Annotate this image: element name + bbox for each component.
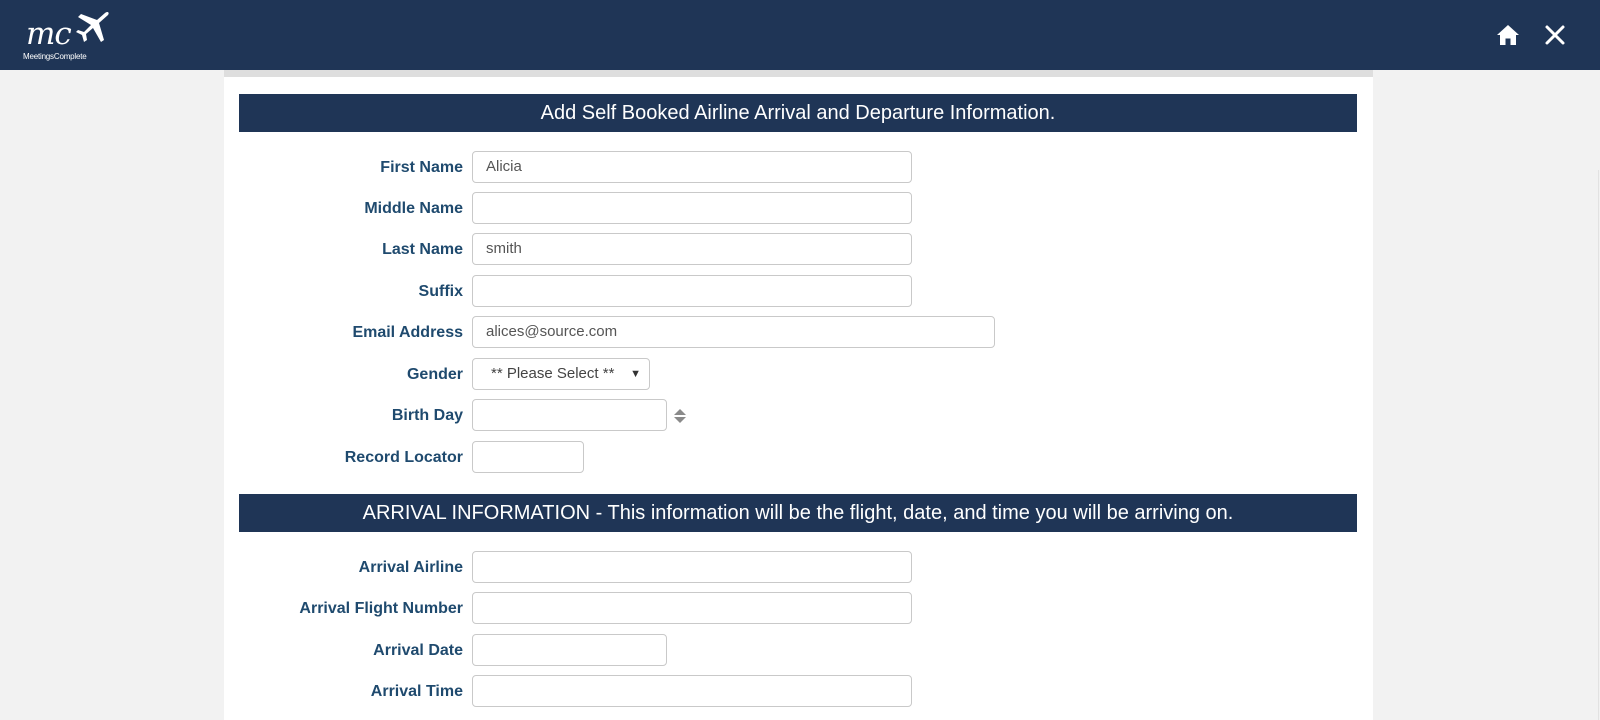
gender-selected-value: ** Please Select ** <box>491 365 615 382</box>
arrival-date-input[interactable] <box>472 634 667 666</box>
gender-select[interactable]: ** Please Select ** ▼ <box>472 358 650 390</box>
caret-down-icon: ▼ <box>630 368 641 380</box>
birth-day-input[interactable] <box>472 399 667 431</box>
last-name-input[interactable]: smith <box>472 233 912 265</box>
meetings-complete-logo[interactable]: mc MeetingsComplete <box>22 8 114 64</box>
record-locator-label: Record Locator <box>344 449 463 466</box>
close-button[interactable] <box>1542 22 1568 48</box>
suffix-label: Suffix <box>418 283 463 300</box>
panel-top-shadow <box>224 70 1373 77</box>
logo-tagline: MeetingsComplete <box>23 52 87 61</box>
top-nav-bar: mc MeetingsComplete <box>0 0 1600 70</box>
arrival-time-input[interactable] <box>472 675 912 707</box>
airplane-icon <box>76 11 109 43</box>
middle-name-input[interactable] <box>472 192 912 224</box>
logo-mark: mc <box>26 16 72 52</box>
suffix-input[interactable] <box>472 275 912 307</box>
middle-name-label: Middle Name <box>364 200 463 217</box>
birth-day-label: Birth Day <box>391 407 463 424</box>
record-locator-input[interactable] <box>472 441 584 473</box>
arrival-airline-input[interactable] <box>472 551 912 583</box>
email-label: Email Address <box>352 324 463 341</box>
first-name-label: First Name <box>380 159 463 176</box>
arrival-time-label: Arrival Time <box>370 683 463 700</box>
close-icon <box>1545 25 1565 45</box>
scrollbar-rail <box>1598 170 1599 720</box>
email-input[interactable]: alices@source.com <box>472 316 995 348</box>
home-icon <box>1497 25 1519 45</box>
arrival-section-title: ARRIVAL INFORMATION - This information w… <box>239 494 1357 532</box>
arrival-airline-label: Arrival Airline <box>358 559 463 576</box>
home-button[interactable] <box>1495 22 1521 48</box>
date-spinner-icon[interactable] <box>672 407 688 425</box>
form-panel: Add Self Booked Airline Arrival and Depa… <box>224 70 1373 720</box>
arrival-flight-number-input[interactable] <box>472 592 912 624</box>
gender-label: Gender <box>406 366 463 383</box>
page-scrollbar[interactable] <box>1581 70 1600 720</box>
last-name-label: Last Name <box>382 241 463 258</box>
arrival-flight-number-label: Arrival Flight Number <box>299 600 463 617</box>
arrival-date-label: Arrival Date <box>373 642 463 659</box>
form-title: Add Self Booked Airline Arrival and Depa… <box>239 94 1357 132</box>
first-name-input[interactable]: Alicia <box>472 151 912 183</box>
